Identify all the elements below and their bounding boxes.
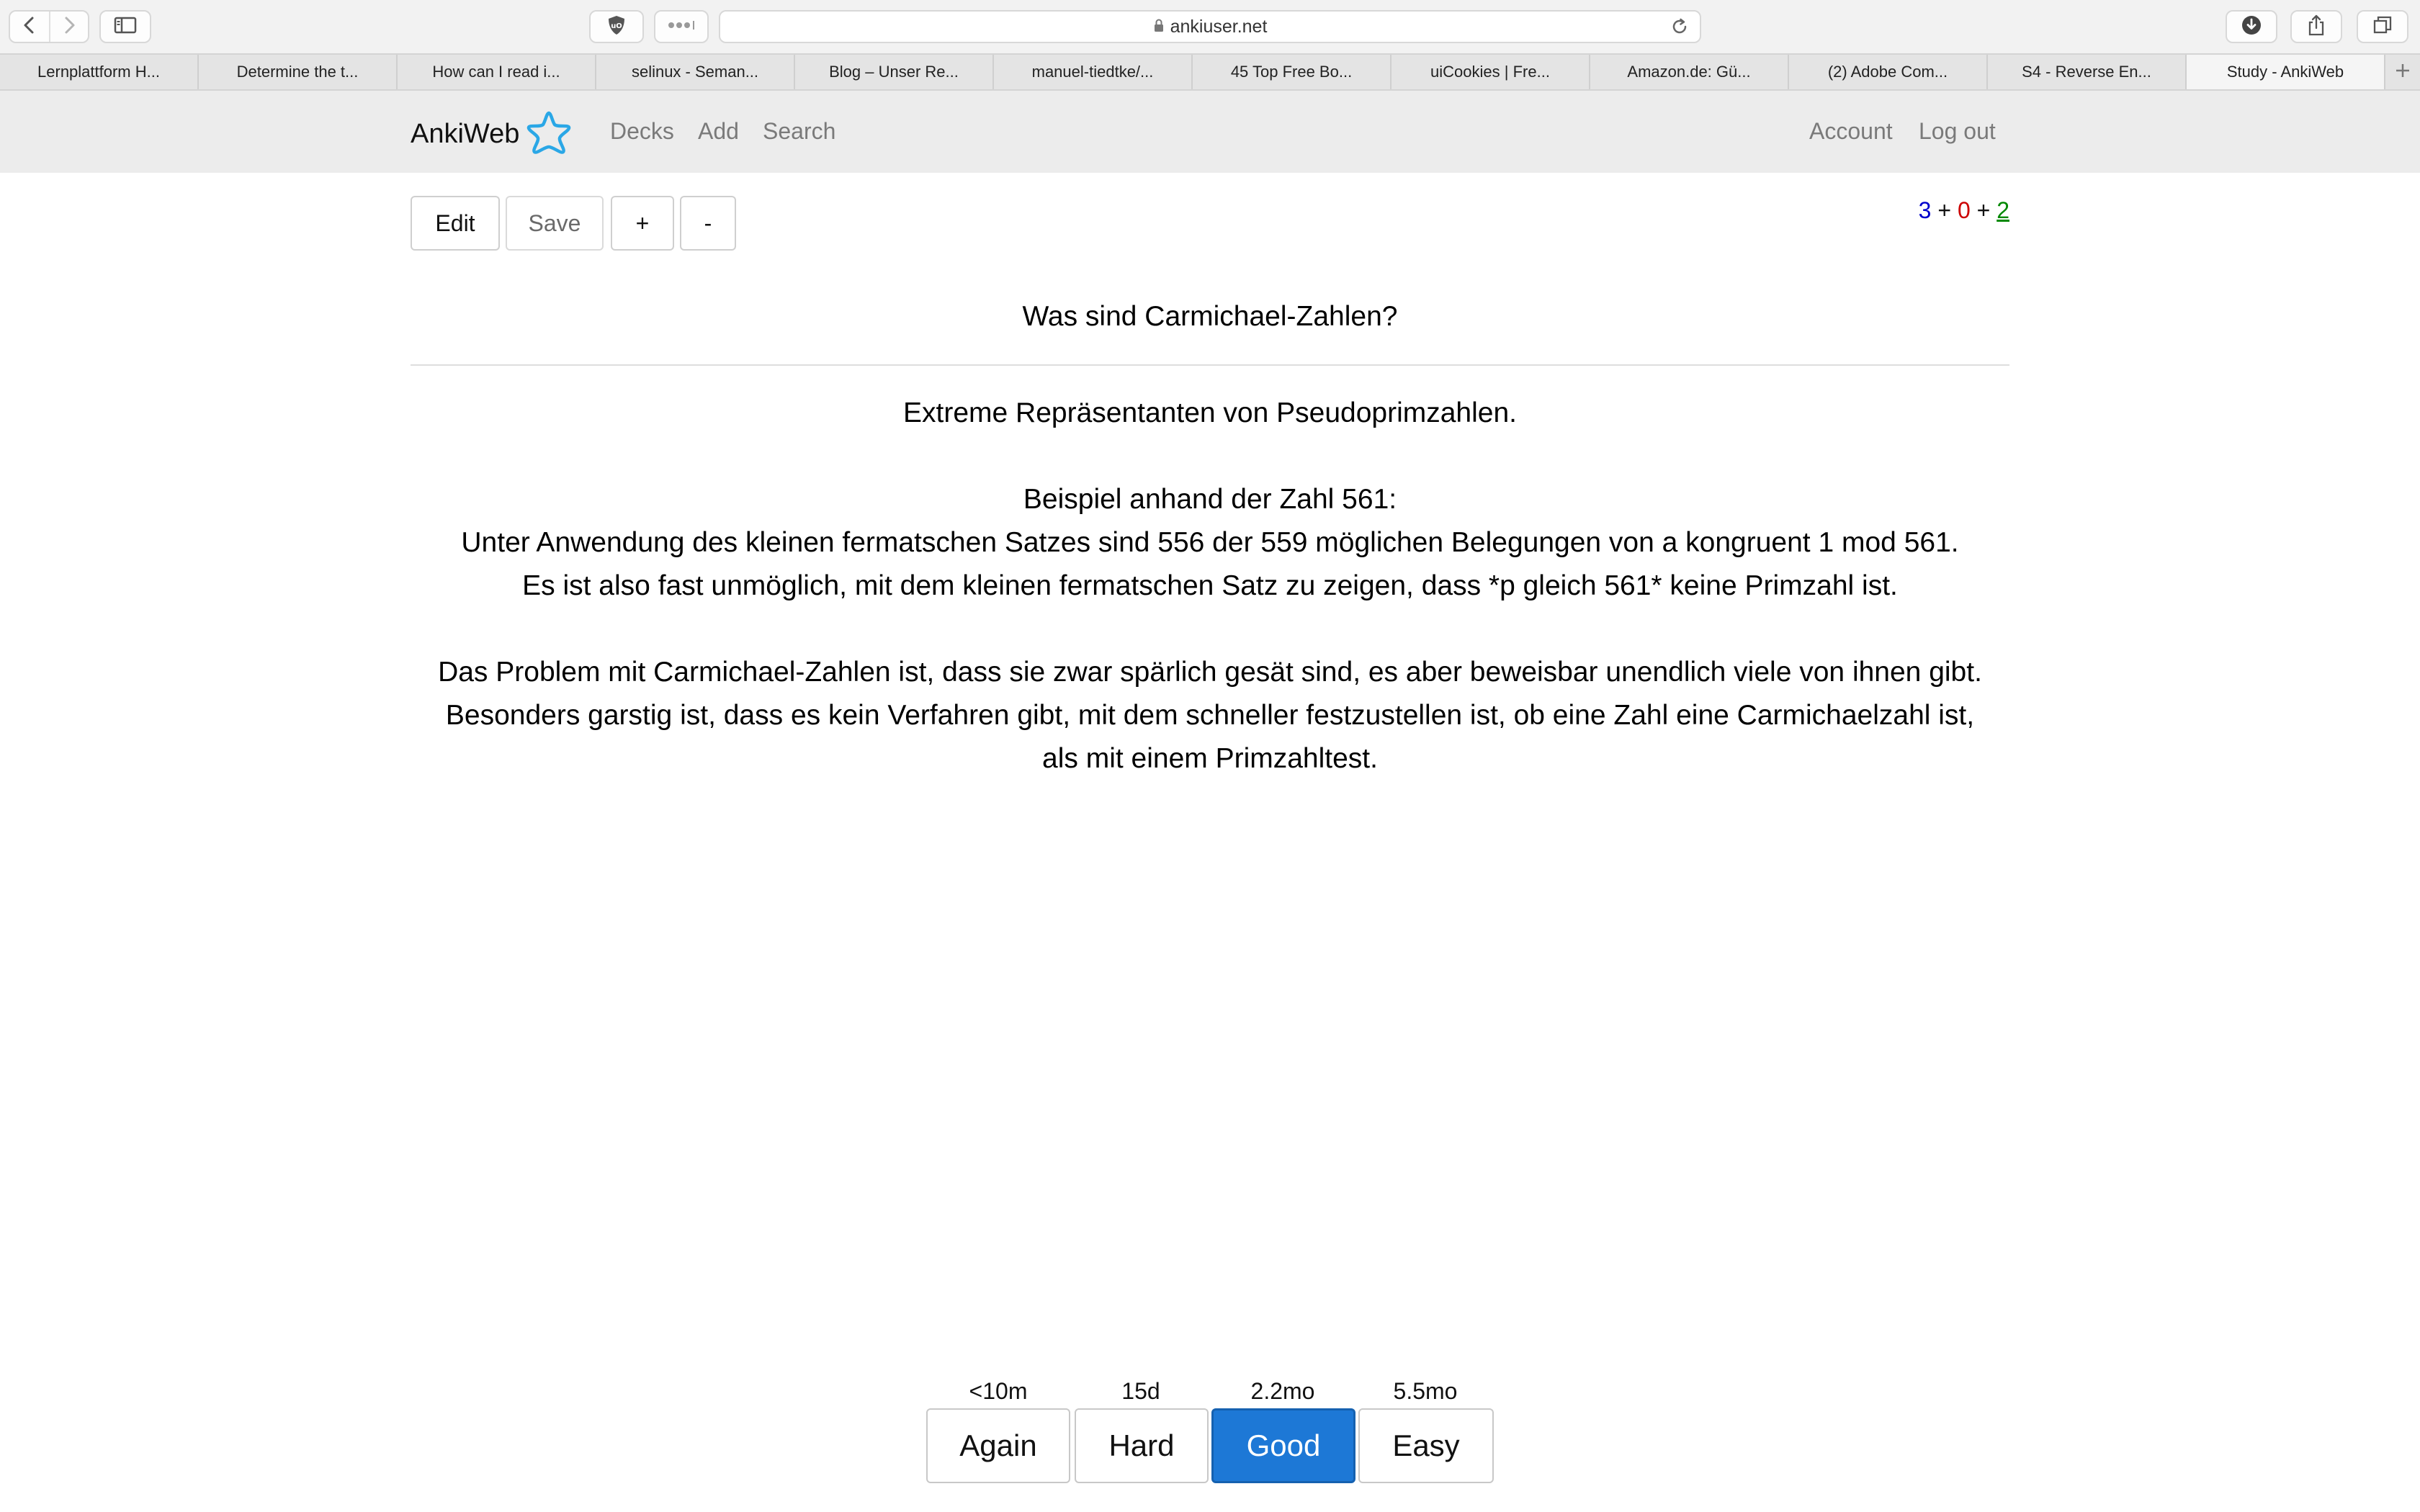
- brand-link[interactable]: AnkiWeb: [411, 110, 573, 158]
- url-display: ankiuser.net: [1153, 16, 1268, 37]
- browser-tab[interactable]: Amazon.de: Gü...: [1590, 55, 1789, 89]
- easy-interval: 5.5mo: [1393, 1378, 1458, 1404]
- shield-icon: uO: [606, 14, 627, 40]
- nav-account-link[interactable]: Account: [1809, 118, 1893, 145]
- again-interval: <10m: [969, 1378, 1028, 1404]
- extensions-button[interactable]: [654, 10, 709, 43]
- nav-logout-link[interactable]: Log out: [1919, 118, 1996, 145]
- browser-tab[interactable]: (2) Adobe Com...: [1789, 55, 1988, 89]
- browser-tab[interactable]: Blog – Unser Re...: [795, 55, 994, 89]
- good-button[interactable]: Good: [1211, 1408, 1355, 1483]
- downloads-button[interactable]: [2226, 10, 2277, 43]
- browser-tab-active[interactable]: Study - AnkiWeb: [2187, 55, 2385, 89]
- answer-paragraph: Extreme Repräsentanten von Pseudoprimzah…: [903, 397, 1517, 428]
- extensions-icon: [667, 20, 696, 34]
- hard-button[interactable]: Hard: [1075, 1408, 1209, 1483]
- reload-button[interactable]: [1670, 17, 1690, 40]
- site-navbar: AnkiWeb Decks Add Search Account Log out: [0, 91, 2420, 173]
- tab-strip: Lernplattform H... Determine the t... Ho…: [0, 53, 2420, 91]
- easy-button[interactable]: Easy: [1358, 1408, 1494, 1483]
- browser-toolbar: uO ankiuser.net: [0, 0, 2420, 53]
- zoom-out-button[interactable]: -: [680, 196, 736, 251]
- lock-icon: [1153, 17, 1165, 37]
- browser-tab[interactable]: 45 Top Free Bo...: [1193, 55, 1392, 89]
- card-question: Was sind Carmichael-Zahlen?: [1022, 301, 1398, 332]
- nav-search-link[interactable]: Search: [763, 118, 835, 145]
- tabs-overview-icon: [2372, 15, 2393, 39]
- answer-line: Das Problem mit Carmichael-Zahlen ist, d…: [438, 657, 1982, 688]
- answer-divider: [411, 364, 2009, 366]
- privacy-extension-button[interactable]: uO: [589, 10, 644, 43]
- browser-tab[interactable]: uiCookies | Fre...: [1392, 55, 1590, 89]
- browser-tab[interactable]: manuel-tiedtke/...: [994, 55, 1193, 89]
- tab-overview-button[interactable]: [2357, 10, 2408, 43]
- sidebar-icon: [114, 17, 137, 37]
- due-counts: 3 + 0 + 2: [1873, 197, 2009, 224]
- brand-name: AnkiWeb: [411, 118, 520, 149]
- url-text: ankiuser.net: [1170, 16, 1268, 37]
- nav-add-link[interactable]: Add: [698, 118, 739, 145]
- answer-line: Besonders garstig ist, dass es kein Verf…: [445, 700, 1975, 731]
- browser-tab[interactable]: selinux - Seman...: [596, 55, 795, 89]
- count-separator: +: [1937, 197, 1952, 223]
- new-count: 3: [1918, 197, 1932, 223]
- hard-interval: 15d: [1121, 1378, 1160, 1404]
- reload-icon: [1670, 18, 1690, 40]
- answer-line: Es ist also fast unmöglich, mit dem klei…: [522, 570, 1898, 601]
- browser-tab[interactable]: Determine the t...: [199, 55, 398, 89]
- learn-count: 0: [1957, 197, 1971, 223]
- download-icon: [2241, 14, 2262, 40]
- sidebar-toggle-button[interactable]: [99, 10, 151, 43]
- browser-tab[interactable]: How can I read i...: [398, 55, 596, 89]
- review-count: 2: [1996, 197, 2009, 223]
- new-tab-button[interactable]: [2385, 55, 2420, 89]
- svg-text:uO: uO: [611, 22, 622, 30]
- answer-line: Unter Anwendung des kleinen fermatschen …: [461, 527, 1959, 558]
- zoom-in-button[interactable]: +: [611, 196, 674, 251]
- nav-decks-link[interactable]: Decks: [610, 118, 674, 145]
- anki-star-logo-icon: [525, 110, 573, 158]
- forward-icon: [61, 16, 77, 38]
- history-nav: [9, 10, 89, 43]
- browser-tab[interactable]: S4 - Reverse En...: [1988, 55, 2187, 89]
- new-tab-icon: [2394, 62, 2411, 83]
- share-icon: [2307, 14, 2326, 40]
- answer-line: als mit einem Primzahltest.: [1042, 743, 1378, 774]
- back-button[interactable]: [10, 12, 49, 42]
- address-bar[interactable]: ankiuser.net: [719, 10, 1701, 43]
- browser-tab[interactable]: Lernplattform H...: [0, 55, 199, 89]
- answer-line: Beispiel anhand der Zahl 561:: [1023, 484, 1397, 515]
- card-answer: Extreme Repräsentanten von Pseudoprimzah…: [411, 392, 2009, 780]
- edit-button[interactable]: Edit: [411, 196, 500, 251]
- share-button[interactable]: [2290, 10, 2342, 43]
- forward-button[interactable]: [48, 12, 88, 42]
- count-separator: +: [1976, 197, 1991, 223]
- again-button[interactable]: Again: [926, 1408, 1070, 1483]
- save-button[interactable]: Save: [506, 196, 604, 251]
- back-icon: [22, 16, 37, 38]
- good-interval: 2.2mo: [1250, 1378, 1315, 1404]
